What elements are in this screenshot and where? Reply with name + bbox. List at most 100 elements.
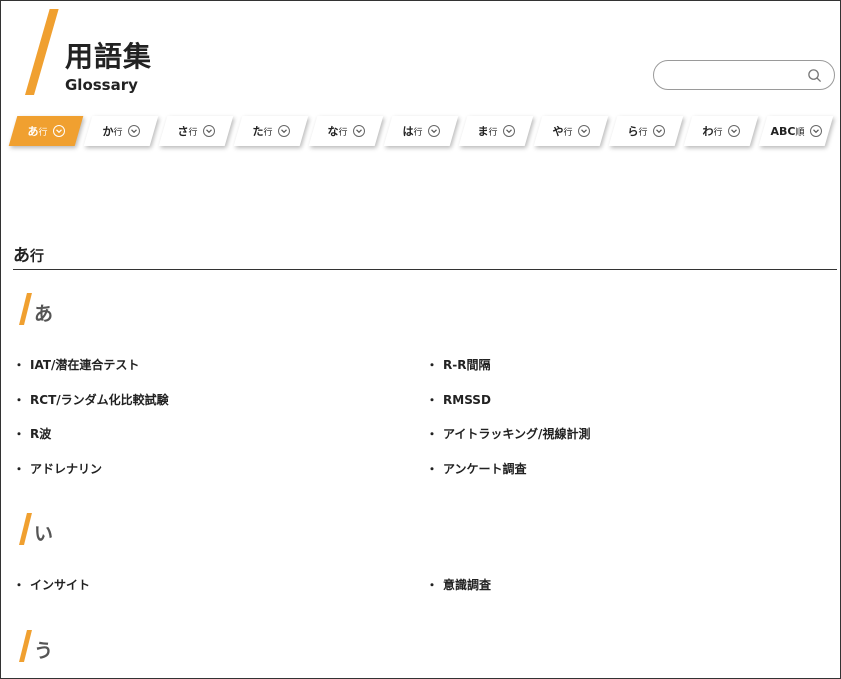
tab-4[interactable]: た行	[233, 116, 309, 146]
tab-11[interactable]: ABC順	[758, 116, 834, 146]
term-label: RMSSD	[443, 392, 491, 407]
tab-7[interactable]: ま行	[458, 116, 534, 146]
tab-9[interactable]: ら行	[608, 116, 684, 146]
section-divider	[13, 269, 837, 270]
kana-accent-slash	[19, 513, 32, 545]
term-label: IAT/潜在連合テスト	[30, 358, 140, 372]
chevron-down-icon	[52, 125, 65, 137]
kana-accent-slash	[19, 293, 32, 325]
glossary-term-link[interactable]: ・アンケート調査	[426, 460, 527, 477]
chevron-down-icon	[809, 125, 822, 137]
kana-group-char: あ	[34, 303, 54, 325]
page-subtitle: Glossary	[65, 76, 138, 94]
tab-kana: な	[327, 125, 339, 138]
tab-label: な行	[327, 123, 347, 139]
tab-suffix: 行	[563, 128, 573, 138]
page-title: 用語集	[65, 40, 153, 73]
term-bullet: ・	[426, 578, 439, 592]
tab-kana: わ	[702, 125, 714, 138]
tab-label: や行	[552, 123, 572, 139]
tab-suffix: 行	[263, 128, 273, 138]
glossary-term-link[interactable]: ・意識調査	[426, 576, 491, 593]
term-bullet: ・	[13, 578, 26, 592]
chevron-down-icon	[427, 125, 440, 137]
tab-kana: あ	[27, 125, 39, 138]
term-bullet: ・	[13, 392, 26, 407]
chevron-down-icon	[652, 125, 665, 137]
chevron-down-icon	[352, 125, 365, 137]
chevron-down-icon	[502, 125, 515, 137]
chevron-down-icon	[127, 125, 140, 137]
term-label: R波	[30, 427, 52, 441]
tab-suffix: 行	[338, 128, 348, 138]
tab-kana: か	[102, 125, 114, 138]
tab-suffix: 行	[638, 128, 648, 138]
glossary-term-link[interactable]: ・アイトラッキング/視線計測	[426, 425, 590, 442]
chevron-down-icon	[277, 125, 290, 137]
tab-2[interactable]: か行	[83, 116, 159, 146]
search-input[interactable]	[668, 65, 812, 87]
tab-suffix: 順	[795, 127, 805, 138]
term-label: 意識調査	[443, 578, 492, 592]
term-label: アドレナリン	[30, 461, 103, 476]
glossary-page: 用語集 Glossary あ行 か行 さ行 た行 な行 は行 ま行 や行 ら行 わ行 ABC順 あ行…	[1, 1, 840, 678]
header-accent-slash	[25, 9, 59, 95]
tab-3[interactable]: さ行	[158, 116, 234, 146]
tab-suffix: 行	[413, 128, 423, 138]
tab-suffix: 行	[188, 128, 198, 138]
tab-kana: ABC	[770, 124, 796, 138]
glossary-term-link[interactable]: ・ R波	[13, 425, 51, 442]
glossary-term-link[interactable]: ・インサイト	[13, 576, 90, 593]
glossary-term-link[interactable]: ・アドレナリン	[13, 460, 102, 477]
term-label: アンケート調査	[443, 461, 527, 476]
glossary-term-link[interactable]: ・ IAT/潜在連合テスト	[13, 356, 139, 373]
section-heading: あ行	[13, 246, 44, 266]
tab-kana: や	[552, 125, 564, 138]
tab-6[interactable]: は行	[383, 116, 459, 146]
term-label: インサイト	[30, 578, 91, 592]
glossary-term-link[interactable]: ・ R-R間隔	[426, 356, 490, 373]
chevron-down-icon	[727, 125, 740, 137]
term-bullet: ・	[13, 461, 26, 476]
tab-label: ら行	[627, 123, 647, 139]
term-label: アイトラッキング/視線計測	[443, 427, 591, 441]
tab-kana: ま	[477, 125, 489, 138]
tab-label: さ行	[177, 123, 197, 139]
tab-suffix: 行	[713, 128, 723, 138]
kana-accent-slash	[19, 630, 32, 662]
term-bullet: ・	[426, 427, 439, 441]
tab-10[interactable]: わ行	[683, 116, 759, 146]
tab-kana: た	[252, 125, 264, 138]
chevron-down-icon	[202, 125, 215, 137]
kana-group-char: い	[34, 523, 54, 545]
tab-label: ABC順	[771, 125, 805, 138]
tab-label: は行	[402, 123, 422, 139]
tab-suffix: 行	[38, 128, 48, 138]
tab-kana: は	[402, 125, 414, 138]
tab-label: た行	[252, 123, 272, 139]
term-bullet: ・	[13, 427, 26, 441]
term-bullet: ・	[13, 358, 26, 372]
search-box[interactable]	[653, 60, 835, 90]
term-label: R-R間隔	[443, 358, 491, 372]
glossary-term-link[interactable]: ・ RCT/ランダム化比較試験	[13, 391, 169, 408]
term-bullet: ・	[426, 358, 439, 372]
kana-group-char: う	[34, 640, 54, 662]
term-label: RCT/ランダム化比較試験	[30, 392, 169, 407]
tab-kana: ら	[627, 125, 639, 138]
tab-label: あ行	[27, 123, 47, 139]
tab-suffix: 行	[113, 128, 123, 138]
tab-8[interactable]: や行	[533, 116, 609, 146]
tab-1[interactable]: あ行	[8, 116, 84, 146]
tab-label: ま行	[477, 123, 497, 139]
tab-suffix: 行	[488, 128, 498, 138]
tab-kana: さ	[177, 125, 189, 138]
chevron-down-icon	[577, 125, 590, 137]
glossary-term-link[interactable]: ・ RMSSD	[426, 391, 491, 408]
search-icon[interactable]	[807, 68, 822, 83]
term-bullet: ・	[426, 392, 439, 407]
term-bullet: ・	[426, 461, 439, 476]
tab-label: か行	[102, 123, 122, 139]
tab-5[interactable]: な行	[308, 116, 384, 146]
tab-label: わ行	[702, 123, 722, 139]
